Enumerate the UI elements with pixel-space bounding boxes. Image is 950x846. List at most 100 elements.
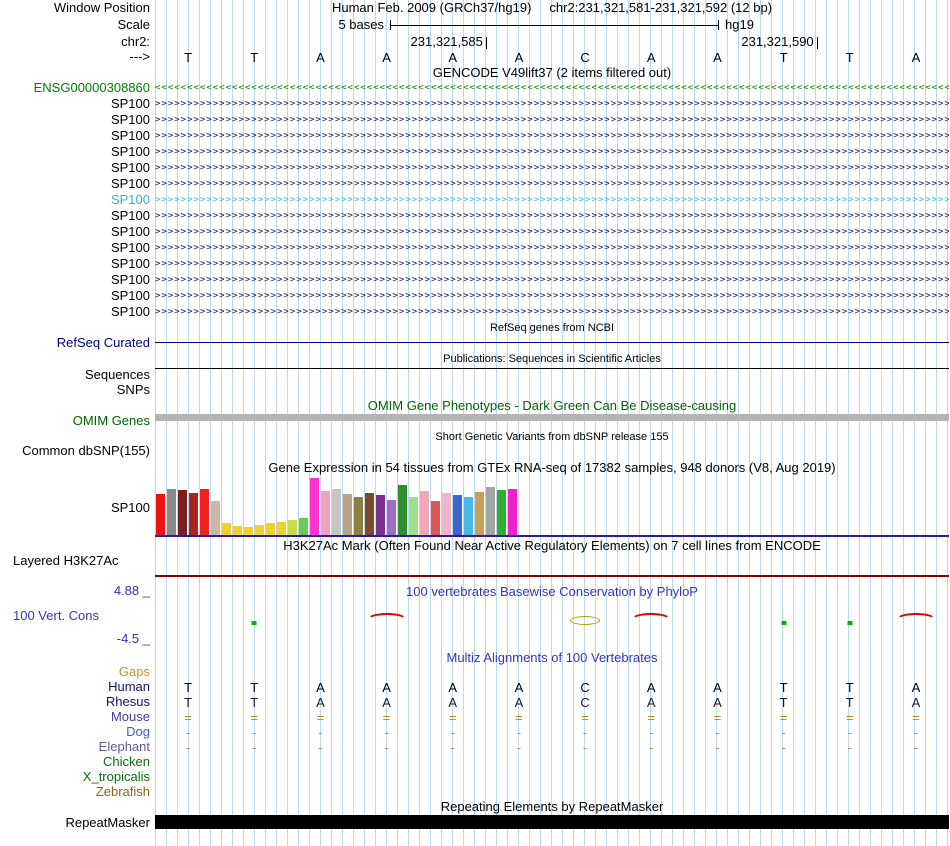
gtex-expression-bar[interactable]: [431, 501, 440, 535]
gtex-expression-bar[interactable]: [244, 527, 253, 535]
gtex-expression-bar[interactable]: [475, 492, 484, 535]
conservation-track[interactable]: [155, 608, 949, 642]
species-label-chicken[interactable]: Chicken: [0, 755, 150, 769]
gtex-expression-bar[interactable]: [233, 526, 242, 535]
gtex-expression-bar[interactable]: [354, 497, 363, 535]
conservation-label[interactable]: 100 Vert. Cons: [13, 609, 99, 623]
gtex-expression-bar[interactable]: [277, 522, 286, 535]
gene-strand-arrows[interactable]: >>>>>>>>>>>>>>>>>>>>>>>>>>>>>>>>>>>>>>>>…: [155, 273, 949, 287]
gene-strand-arrows[interactable]: >>>>>>>>>>>>>>>>>>>>>>>>>>>>>>>>>>>>>>>>…: [155, 193, 949, 207]
gencode-track-header[interactable]: GENCODE V49lift37 (2 items filtered out): [155, 66, 949, 80]
gtex-expression-bar[interactable]: [189, 493, 198, 535]
gene-strand-arrows[interactable]: >>>>>>>>>>>>>>>>>>>>>>>>>>>>>>>>>>>>>>>>…: [155, 97, 949, 111]
gene-strand-arrows[interactable]: >>>>>>>>>>>>>>>>>>>>>>>>>>>>>>>>>>>>>>>>…: [155, 113, 949, 127]
refseq-curated-track[interactable]: [155, 342, 949, 343]
species-label-elephant[interactable]: Elephant: [0, 740, 150, 754]
gene-row-label[interactable]: SP100: [0, 289, 150, 303]
gene-row-label[interactable]: SP100: [0, 225, 150, 239]
gtex-gene-model[interactable]: [155, 535, 949, 537]
gtex-expression-bar[interactable]: [453, 495, 462, 535]
gene-row-label[interactable]: SP100: [0, 209, 150, 223]
publications-track-header[interactable]: Publications: Sequences in Scientific Ar…: [155, 352, 949, 366]
gene-strand-arrows[interactable]: >>>>>>>>>>>>>>>>>>>>>>>>>>>>>>>>>>>>>>>>…: [155, 161, 949, 175]
dbsnp-label[interactable]: Common dbSNP(155): [0, 444, 150, 458]
gene-row-label[interactable]: ENSG00000308860: [0, 81, 150, 95]
gene-row-label[interactable]: SP100: [0, 257, 150, 271]
omim-track-header[interactable]: OMIM Gene Phenotypes - Dark Green Can Be…: [155, 399, 949, 413]
gtex-expression-bar[interactable]: [420, 491, 429, 535]
gene-strand-arrows[interactable]: >>>>>>>>>>>>>>>>>>>>>>>>>>>>>>>>>>>>>>>>…: [155, 289, 949, 303]
gtex-expression-bar[interactable]: [442, 493, 451, 535]
species-label-gaps[interactable]: Gaps: [0, 665, 150, 679]
gtex-expression-bar[interactable]: [321, 491, 330, 535]
gene-strand-arrows[interactable]: >>>>>>>>>>>>>>>>>>>>>>>>>>>>>>>>>>>>>>>>…: [155, 257, 949, 271]
gtex-expression-bar[interactable]: [398, 485, 407, 535]
gtex-expression-bar[interactable]: [332, 489, 341, 535]
scale-bar: [390, 20, 719, 30]
refseq-track-header[interactable]: RefSeq genes from NCBI: [155, 321, 949, 335]
gene-row-label[interactable]: SP100: [0, 145, 150, 159]
gtex-expression-bar[interactable]: [200, 489, 209, 535]
gtex-expression-bar[interactable]: [387, 500, 396, 535]
repeatmasker-track-header[interactable]: Repeating Elements by RepeatMasker: [155, 800, 949, 814]
gene-row-label[interactable]: SP100: [0, 129, 150, 143]
gene-strand-arrows[interactable]: <<<<<<<<<<<<<<<<<<<<<<<<<<<<<<<<<<<<<<<<…: [155, 81, 949, 95]
gtex-expression-bar[interactable]: [222, 523, 231, 535]
gtex-expression-bar[interactable]: [156, 494, 165, 535]
gene-strand-arrows[interactable]: >>>>>>>>>>>>>>>>>>>>>>>>>>>>>>>>>>>>>>>>…: [155, 145, 949, 159]
gtex-expression-bar[interactable]: [299, 518, 308, 535]
repeatmasker-label[interactable]: RepeatMasker: [0, 816, 150, 830]
gtex-expression-bar[interactable]: [288, 520, 297, 535]
gene-row-label[interactable]: SP100: [0, 305, 150, 319]
h3k27ac-label[interactable]: Layered H3K27Ac: [13, 554, 119, 568]
gene-row-label[interactable]: SP100: [0, 113, 150, 127]
refseq-curated-label[interactable]: RefSeq Curated: [0, 336, 150, 350]
gtex-expression-bar[interactable]: [211, 501, 220, 535]
species-label-human[interactable]: Human: [0, 680, 150, 694]
gtex-expression-bar[interactable]: [409, 497, 418, 535]
gtex-expression-bar[interactable]: [343, 494, 352, 535]
gtex-expression-bar[interactable]: [310, 478, 319, 535]
sequences-track[interactable]: [155, 368, 949, 369]
gtex-expression-bar[interactable]: [167, 489, 176, 535]
gene-strand-arrows[interactable]: >>>>>>>>>>>>>>>>>>>>>>>>>>>>>>>>>>>>>>>>…: [155, 177, 949, 191]
species-label-rhesus[interactable]: Rhesus: [0, 695, 150, 709]
gtex-gene-label[interactable]: SP100: [0, 501, 150, 515]
gtex-expression-bar[interactable]: [508, 489, 517, 535]
gtex-expression-bar[interactable]: [486, 487, 495, 535]
gene-row-label[interactable]: SP100: [0, 273, 150, 287]
alignment-row-elephant: ------------: [155, 740, 949, 755]
conservation-track-header[interactable]: 100 vertebrates Basewise Conservation by…: [155, 585, 949, 599]
gene-row-label[interactable]: SP100: [0, 97, 150, 111]
gene-row-label[interactable]: SP100: [0, 161, 150, 175]
gtex-expression-bar[interactable]: [497, 490, 506, 535]
gtex-track-header[interactable]: Gene Expression in 54 tissues from GTEx …: [155, 461, 949, 475]
gene-row-label[interactable]: SP100: [0, 241, 150, 255]
multiz-track-header[interactable]: Multiz Alignments of 100 Vertebrates: [155, 651, 949, 665]
h3k27ac-track[interactable]: [155, 575, 949, 577]
gtex-expression-bar[interactable]: [178, 490, 187, 535]
gtex-expression-bar[interactable]: [255, 525, 264, 535]
species-label-x-tropicalis[interactable]: X_tropicalis: [0, 770, 150, 784]
gene-strand-arrows[interactable]: >>>>>>>>>>>>>>>>>>>>>>>>>>>>>>>>>>>>>>>>…: [155, 305, 949, 319]
gene-strand-arrows[interactable]: >>>>>>>>>>>>>>>>>>>>>>>>>>>>>>>>>>>>>>>>…: [155, 129, 949, 143]
gene-strand-arrows[interactable]: >>>>>>>>>>>>>>>>>>>>>>>>>>>>>>>>>>>>>>>>…: [155, 225, 949, 239]
omim-genes-track[interactable]: [155, 414, 949, 421]
gtex-expression-bar[interactable]: [365, 493, 374, 535]
snps-label[interactable]: SNPs: [0, 383, 150, 397]
h3k27ac-track-header[interactable]: H3K27Ac Mark (Often Found Near Active Re…: [155, 539, 949, 553]
gtex-expression-bar[interactable]: [464, 497, 473, 535]
dbsnp-track-header[interactable]: Short Genetic Variants from dbSNP releas…: [155, 430, 949, 444]
gtex-expression-bar[interactable]: [376, 495, 385, 535]
gene-strand-arrows[interactable]: >>>>>>>>>>>>>>>>>>>>>>>>>>>>>>>>>>>>>>>>…: [155, 209, 949, 223]
omim-genes-label[interactable]: OMIM Genes: [0, 414, 150, 428]
gene-row-label[interactable]: SP100: [0, 193, 150, 207]
sequences-label[interactable]: Sequences: [0, 368, 150, 382]
species-label-zebrafish[interactable]: Zebrafish: [0, 785, 150, 799]
species-label-mouse[interactable]: Mouse: [0, 710, 150, 724]
gtex-expression-bar[interactable]: [266, 523, 275, 535]
repeatmasker-track[interactable]: [155, 815, 949, 829]
species-label-dog[interactable]: Dog: [0, 725, 150, 739]
gene-row-label[interactable]: SP100: [0, 177, 150, 191]
gene-strand-arrows[interactable]: >>>>>>>>>>>>>>>>>>>>>>>>>>>>>>>>>>>>>>>>…: [155, 241, 949, 255]
